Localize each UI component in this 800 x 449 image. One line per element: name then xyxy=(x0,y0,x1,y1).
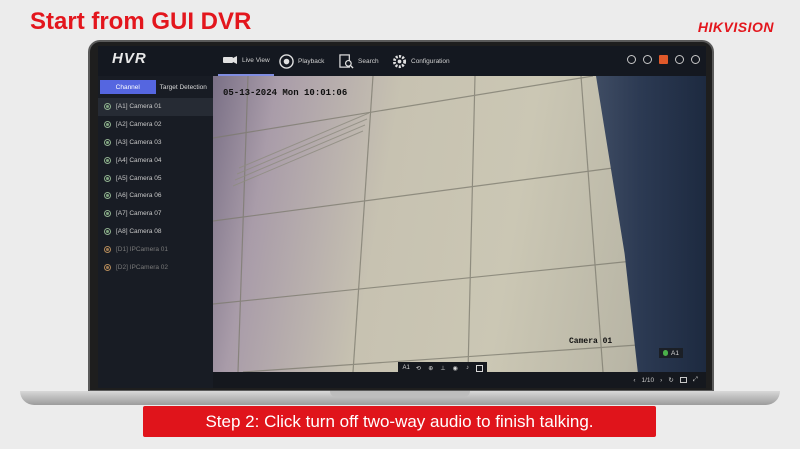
next-page-icon[interactable]: › xyxy=(660,377,662,384)
camera-list-item[interactable]: [A2] Camera 02 xyxy=(98,116,213,134)
camera-label: [A5] Camera 05 xyxy=(116,174,162,182)
camera-icon xyxy=(222,52,238,68)
record-icon[interactable] xyxy=(643,55,652,64)
menu-live-view[interactable]: Live View xyxy=(218,46,274,76)
osd-timestamp: 05-13-2024 Mon 10:01:06 xyxy=(223,88,348,98)
camera-status-icon xyxy=(104,103,111,111)
channel-sidebar: Channel Target Detection [A1] Camera 01 … xyxy=(98,76,213,388)
camera-status-icon xyxy=(104,192,111,200)
menu-search-label: Search xyxy=(358,57,379,65)
fullscreen-icon[interactable]: ⤢ xyxy=(693,376,698,384)
info-icon[interactable] xyxy=(627,55,636,64)
download-icon[interactable] xyxy=(675,55,684,64)
menu-playback-label: Playback xyxy=(298,57,325,65)
camera-label: [A6] Camera 06 xyxy=(116,192,162,200)
page-indicator: 1/10 xyxy=(641,376,655,384)
camera-label: [A8] Camera 08 xyxy=(116,227,162,235)
camera-label: [A2] Camera 02 xyxy=(116,121,162,129)
step-caption: Step 2: Click turn off two-way audio to … xyxy=(143,406,656,437)
capture-icon[interactable]: ⊥ xyxy=(439,365,447,372)
layout-icon[interactable] xyxy=(679,377,687,383)
live-video-view[interactable]: 05-13-2024 Mon 10:01:06 Camera 01 A1 xyxy=(213,76,706,372)
status-bar: ‹ 1/10 › ↻ ⤢ xyxy=(213,372,706,388)
camera-list-item[interactable]: [A8] Camera 08 xyxy=(98,223,213,241)
hikvision-logo: HIKVISION xyxy=(697,19,774,35)
camera-status-icon xyxy=(104,174,111,182)
camera-list-item[interactable]: [A3] Camera 03 xyxy=(98,134,213,152)
toolbar-channel-label: A1 xyxy=(402,365,410,371)
top-bar: HVR Live View Playback Search Configurat… xyxy=(98,46,706,76)
camera-list-item[interactable]: [D1] IPCamera 01 xyxy=(98,240,213,258)
two-way-audio-icon[interactable]: ♪ xyxy=(464,365,472,371)
camera-status-icon xyxy=(104,227,111,235)
menu-search[interactable]: Search xyxy=(338,46,379,76)
pager: ‹ 1/10 › ↻ ⤢ xyxy=(633,376,698,384)
channel-badge-label: A1 xyxy=(671,349,679,357)
camera-status-icon xyxy=(104,156,111,164)
audio-icon[interactable]: ◉ xyxy=(451,365,459,372)
playback-icon xyxy=(278,53,294,69)
tab-target-detection[interactable]: Target Detection xyxy=(156,80,212,94)
prev-page-icon[interactable]: ‹ xyxy=(633,377,635,384)
camera-label: [D2] IPCamera 02 xyxy=(116,263,169,271)
camera-label: [A4] Camera 04 xyxy=(116,156,162,164)
tab-channel[interactable]: Channel xyxy=(100,80,156,94)
ip-camera-status-icon xyxy=(104,245,111,253)
window-icon[interactable] xyxy=(475,364,483,372)
camera-status-icon xyxy=(104,121,111,129)
search-icon xyxy=(338,53,354,69)
app-logo: HVR xyxy=(112,50,147,67)
camera-status-icon xyxy=(104,210,111,218)
ip-camera-status-icon xyxy=(104,263,111,271)
camera-list-item[interactable]: [A6] Camera 06 xyxy=(98,187,213,205)
top-icon-group xyxy=(627,55,700,64)
power-icon[interactable] xyxy=(691,55,700,64)
camera-list-item[interactable]: [D2] IPCamera 02 xyxy=(98,258,213,276)
microphone-icon xyxy=(663,350,668,356)
camera-list-item[interactable]: [A1] Camera 01 xyxy=(98,98,213,116)
camera-list-item[interactable]: [A7] Camera 07 xyxy=(98,205,213,223)
camera-list-item[interactable]: [A5] Camera 05 xyxy=(98,169,213,187)
refresh-icon[interactable]: ↻ xyxy=(668,376,673,384)
slide-title: Start from GUI DVR xyxy=(30,8,252,35)
camera-list-item[interactable]: [A4] Camera 04 xyxy=(98,151,213,169)
gear-icon xyxy=(391,53,407,69)
zoom-icon[interactable]: ⊕ xyxy=(427,365,435,372)
laptop-notch xyxy=(330,391,470,397)
dvr-screen: HVR Live View Playback Search Configurat… xyxy=(98,46,706,388)
camera-status-icon xyxy=(104,138,111,146)
camera-label: [A3] Camera 03 xyxy=(116,138,162,146)
menu-configuration-label: Configuration xyxy=(411,57,450,65)
camera-label: [A7] Camera 07 xyxy=(116,210,162,218)
camera-label: [D1] IPCamera 01 xyxy=(116,245,169,253)
channel-badge: A1 xyxy=(659,348,683,358)
menu-playback[interactable]: Playback xyxy=(278,46,324,76)
osd-camera-name: Camera 01 xyxy=(569,337,613,346)
camera-label: [A1] Camera 01 xyxy=(116,103,162,111)
menu-configuration[interactable]: Configuration xyxy=(391,46,450,76)
menu-live-view-label: Live View xyxy=(242,56,270,64)
alarm-flag-icon[interactable] xyxy=(659,55,668,64)
instant-playback-icon[interactable]: ⟲ xyxy=(414,365,422,372)
sidebar-tabs: Channel Target Detection xyxy=(100,80,211,94)
